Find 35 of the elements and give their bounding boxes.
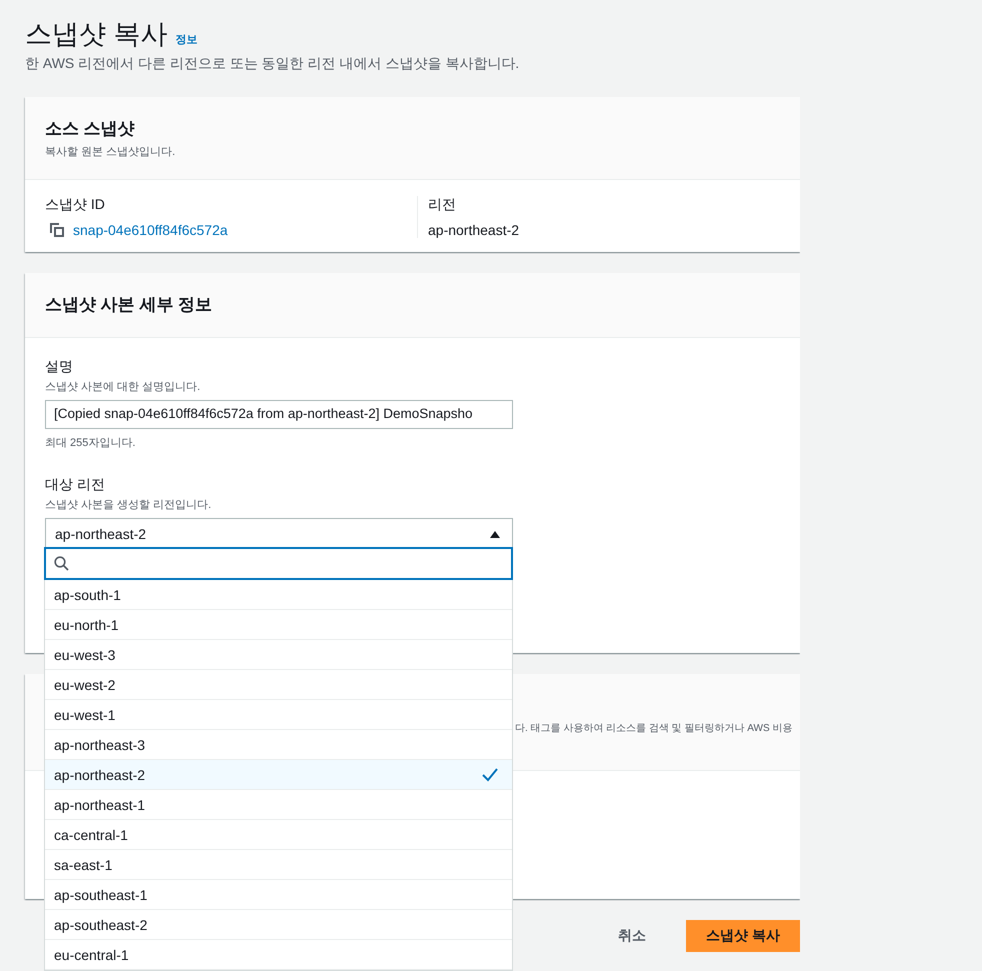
- field-label: 설명: [45, 358, 74, 376]
- field-constraint: 최대 255자입니다.: [45, 436, 136, 450]
- region-option[interactable]: ca-central-1: [45, 820, 512, 850]
- region-option[interactable]: eu-north-1: [45, 610, 512, 640]
- card-subtitle: 복사할 원본 스냅샷입니다.: [45, 145, 176, 159]
- field-hint: 스냅샷 사본을 생성할 리전입니다.: [45, 498, 212, 512]
- cancel-button[interactable]: 취소: [598, 920, 666, 952]
- description-field[interactable]: [Copied snap-04e610ff84f6c572a from ap-northeast-2] DemoSnapsho: [45, 400, 513, 429]
- caret-icon: [490, 530, 500, 538]
- field-label: 스냅샷 ID: [45, 196, 106, 214]
- field-value: ap-northeast-2: [428, 222, 520, 238]
- region-option[interactable]: ap-southeast-1: [45, 880, 512, 910]
- card-title: 소스 스냅샷: [45, 118, 136, 140]
- page-description: 한 AWS 리전에서 다른 리전으로 또는 동일한 리전 내에서 스냅샷을 복사합니다.: [25, 55, 520, 73]
- region-option[interactable]: ap-northeast-2: [45, 760, 512, 790]
- region-option[interactable]: eu-central-1: [45, 940, 512, 970]
- region-option[interactable]: sa-east-1: [45, 850, 512, 880]
- field-label: 리전: [428, 196, 457, 214]
- region-option[interactable]: eu-west-3: [45, 640, 512, 670]
- field-label: 대상 리전: [45, 476, 106, 494]
- snapshot-id-link[interactable]: snap-04e610ff84f6c572a: [73, 222, 228, 238]
- region-option[interactable]: ap-northeast-1: [45, 790, 512, 820]
- field-hint: 스냅샷 사본에 대한 설명입니다.: [45, 380, 202, 394]
- card-title: 스냅샷 사본 세부 정보: [45, 294, 214, 316]
- search-field[interactable]: [44, 547, 513, 580]
- page-title: 스냅샷 복사: [25, 18, 168, 51]
- check-icon: [482, 768, 498, 782]
- copy-snapshot-button[interactable]: 스냅샷 복사: [686, 920, 800, 952]
- region-option[interactable]: ap-south-1: [45, 580, 512, 610]
- info-link[interactable]: 정보: [176, 32, 198, 47]
- region-option[interactable]: eu-west-2: [45, 670, 512, 700]
- card-description: 다. 태그를 사용하여 리소스를 검색 및 필터링하거나 AWS 비용: [515, 723, 792, 734]
- region-option[interactable]: ap-southeast-2: [45, 910, 512, 940]
- region-option[interactable]: eu-west-1: [45, 700, 512, 730]
- copy-icon[interactable]: [49, 222, 65, 238]
